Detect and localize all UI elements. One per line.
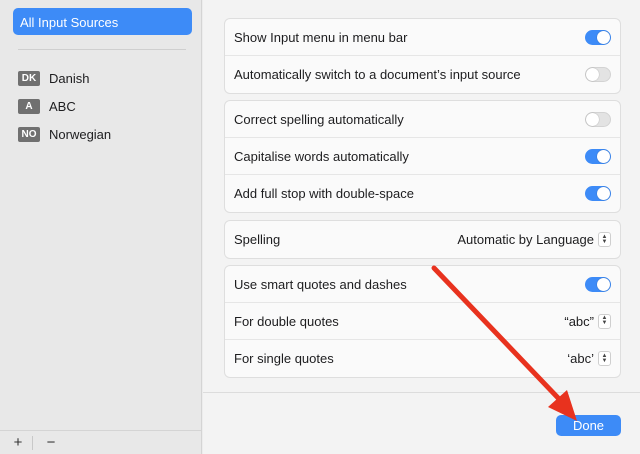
- capitalise-words-row: Capitalise words automatically: [225, 138, 620, 175]
- norwegian-badge-icon: NO: [18, 126, 40, 142]
- menu-settings-group: Show Input menu in menu bar Automaticall…: [224, 18, 621, 94]
- full-stop-toggle[interactable]: [585, 186, 611, 201]
- danish-badge-icon: DK: [18, 70, 40, 86]
- sidebar-bottom-bar: + −: [0, 430, 202, 454]
- spelling-settings-group: Spelling Automatic by Language ▲ ▼: [224, 220, 621, 259]
- smart-quotes-toggle[interactable]: [585, 276, 611, 292]
- sidebar-item-label: ABC: [49, 98, 76, 114]
- correct-spelling-label: Correct spelling automatically: [234, 111, 404, 127]
- toggle-knob: [597, 30, 610, 44]
- bottom-bar-divider: [32, 435, 33, 450]
- single-quotes-popup[interactable]: ‘abc’ ▲ ▼: [567, 351, 611, 366]
- single-quotes-label: For single quotes: [234, 351, 334, 366]
- single-quotes-value: ‘abc’: [567, 351, 594, 366]
- toggle-knob: [586, 112, 599, 126]
- auto-switch-toggle[interactable]: [585, 67, 611, 82]
- correct-spelling-toggle[interactable]: [585, 111, 611, 127]
- correct-spelling-row: Correct spelling automatically: [225, 101, 620, 138]
- smart-quotes-label: Use smart quotes and dashes: [234, 276, 407, 292]
- toggle-knob: [586, 68, 599, 81]
- capitalise-words-toggle[interactable]: [585, 148, 611, 164]
- quotes-settings-group: Use smart quotes and dashes For double q…: [224, 265, 621, 378]
- sidebar-item-label: Norwegian: [49, 126, 112, 142]
- chevron-updown-icon: ▲ ▼: [598, 232, 611, 247]
- double-quotes-value: “abc”: [564, 313, 594, 329]
- chevron-updown-icon: ▲ ▼: [598, 351, 611, 366]
- full-stop-label: Add full stop with double-space: [234, 186, 414, 201]
- double-quotes-popup[interactable]: “abc” ▲ ▼: [564, 313, 611, 329]
- toggle-knob: [597, 277, 610, 291]
- capitalise-words-label: Capitalise words automatically: [234, 148, 409, 164]
- sidebar-item-norwegian[interactable]: NO Norwegian: [18, 124, 111, 144]
- sidebar-item-all-input-sources[interactable]: All Input Sources: [13, 8, 192, 35]
- typing-settings-group: Correct spelling automatically Capitalis…: [224, 100, 621, 213]
- smart-quotes-row: Use smart quotes and dashes: [225, 266, 620, 303]
- abc-badge-icon: A: [18, 98, 40, 114]
- input-settings-panel: Show Input menu in menu bar Automaticall…: [203, 0, 640, 392]
- show-input-menu-row: Show Input menu in menu bar: [225, 19, 620, 56]
- chevron-updown-icon: ▲ ▼: [598, 313, 611, 329]
- input-sources-sidebar: All Input Sources DK Danish A ABC NO Nor…: [0, 0, 202, 454]
- input-sources-window: All Input Sources DK Danish A ABC NO Nor…: [0, 0, 640, 454]
- spelling-value: Automatic by Language: [457, 232, 594, 247]
- double-quotes-label: For double quotes: [234, 313, 339, 329]
- add-source-button[interactable]: +: [8, 434, 28, 452]
- double-quotes-row: For double quotes “abc” ▲ ▼: [225, 303, 620, 340]
- show-input-menu-toggle[interactable]: [585, 29, 611, 45]
- spelling-row: Spelling Automatic by Language ▲ ▼: [225, 221, 620, 258]
- dialog-footer: Done: [203, 392, 640, 454]
- auto-switch-row: Automatically switch to a document’s inp…: [225, 56, 620, 93]
- spelling-label: Spelling: [234, 232, 281, 247]
- remove-source-button[interactable]: −: [41, 434, 61, 452]
- show-input-menu-label: Show Input menu in menu bar: [234, 29, 408, 45]
- toggle-knob: [597, 149, 610, 163]
- full-stop-row: Add full stop with double-space: [225, 175, 620, 212]
- spelling-popup[interactable]: Automatic by Language ▲ ▼: [457, 232, 611, 247]
- sidebar-item-abc[interactable]: A ABC: [18, 96, 76, 116]
- sidebar-item-danish[interactable]: DK Danish: [18, 68, 89, 88]
- done-button[interactable]: Done: [556, 415, 621, 436]
- toggle-knob: [597, 187, 610, 200]
- auto-switch-label: Automatically switch to a document’s inp…: [234, 67, 521, 82]
- sidebar-separator: [18, 49, 186, 50]
- single-quotes-row: For single quotes ‘abc’ ▲ ▼: [225, 340, 620, 377]
- sidebar-item-label: Danish: [49, 70, 90, 86]
